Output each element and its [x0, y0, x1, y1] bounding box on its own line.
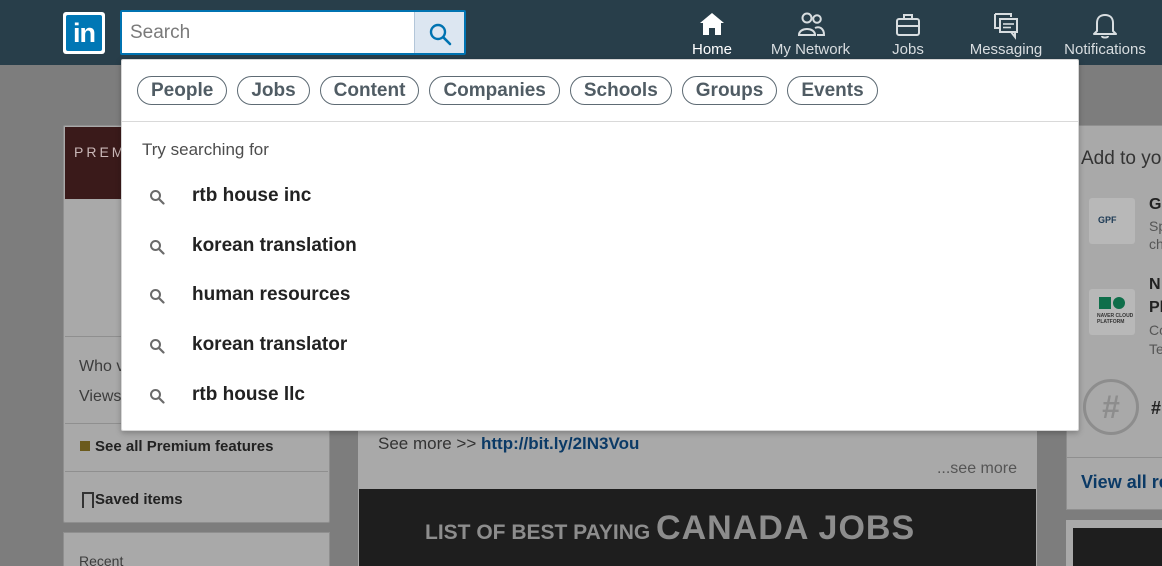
post-image-text-big: CANADA JOBS [656, 509, 916, 547]
hashtag-suggestion[interactable]: #l [1151, 398, 1162, 419]
search-suggestion[interactable]: rtb house inc [122, 177, 1078, 217]
see-more-button[interactable]: ...see more [937, 460, 1017, 478]
search-icon [150, 289, 165, 304]
filter-content[interactable]: Content [319, 76, 420, 105]
divider [65, 471, 328, 472]
premium-features-link[interactable]: See all Premium features [95, 438, 273, 455]
briefcase-icon [896, 14, 920, 36]
search-box [120, 10, 466, 55]
search-icon [150, 240, 165, 255]
premium-square-icon [80, 441, 90, 451]
filter-events[interactable]: Events [787, 76, 878, 105]
recent-card: Recent [63, 532, 330, 566]
nav-messaging-label: Messaging [969, 41, 1043, 58]
ad-card [1066, 520, 1162, 566]
hashtag-icon: # [1083, 379, 1139, 435]
nav-messaging[interactable]: Messaging [966, 0, 1046, 65]
views-link[interactable]: Views [79, 388, 121, 406]
feed-post: See more >> http://bit.ly/2lN3Vou ...see… [358, 425, 1037, 566]
nav-my-network[interactable]: My Network [763, 0, 858, 65]
search-suggestion[interactable]: human resources [122, 276, 1078, 316]
gpf-logo[interactable]: GPF [1089, 198, 1135, 244]
search-button[interactable] [414, 12, 464, 53]
recent-heading: Recent [79, 553, 124, 566]
who-viewed-link[interactable]: Who v [79, 358, 124, 376]
post-see-more-prefix: See more >> [378, 434, 477, 453]
search-suggestion-text: korean translation [192, 235, 357, 256]
search-icon [429, 23, 452, 46]
follow-suggestion-desc: Sp [1149, 218, 1162, 234]
search-suggestion[interactable]: rtb house llc [122, 376, 1078, 416]
premium-banner-text: PREM [74, 144, 127, 160]
post-image-text: LIST OF BEST PAYING CANADA JOBS [425, 509, 915, 548]
search-suggestion-text: korean translator [192, 334, 348, 355]
saved-items-link[interactable]: Saved items [95, 491, 183, 508]
follow-suggestion-name[interactable]: Pl [1149, 299, 1162, 317]
search-suggestion-text: rtb house llc [192, 384, 305, 405]
dropdown-divider [122, 121, 1078, 122]
naver-square-icon [1099, 297, 1111, 309]
search-input[interactable] [122, 12, 416, 53]
nav-jobs[interactable]: Jobs [880, 0, 936, 65]
follow-suggestion-name[interactable]: G [1149, 196, 1161, 214]
post-image-text-small: LIST OF BEST PAYING [425, 521, 651, 544]
add-to-feed-card: Add to yo GPF G Sp ch NAVER CLOUD PLATFO… [1066, 125, 1162, 510]
follow-suggestion-desc: ch [1149, 236, 1162, 252]
search-suggestion[interactable]: korean translator [122, 326, 1078, 366]
nav-my-network-label: My Network [770, 41, 851, 58]
suggestions-heading: Try searching for [142, 140, 269, 159]
post-image[interactable]: LIST OF BEST PAYING CANADA JOBS [359, 489, 1036, 566]
post-link[interactable]: http://bit.ly/2lN3Vou [481, 434, 639, 453]
search-icon [150, 190, 165, 205]
filter-people[interactable]: People [137, 76, 228, 105]
search-typeahead-dropdown: People Jobs Content Companies Schools Gr… [121, 59, 1079, 431]
follow-suggestion-desc: Co [1149, 322, 1162, 338]
bookmark-icon [82, 492, 94, 508]
nav-home[interactable]: Home [682, 0, 742, 65]
search-suggestion[interactable]: korean translation [122, 227, 1078, 267]
nav-notifications-label: Notifications [1064, 41, 1146, 58]
search-suggestion-text: rtb house inc [192, 185, 312, 206]
view-all-recommendations-link[interactable]: View all re [1081, 472, 1162, 493]
global-nav: in Home My Network Jobs [0, 0, 1162, 65]
search-filter-pills: People Jobs Content Companies Schools Gr… [137, 76, 878, 106]
bell-icon [1093, 14, 1117, 39]
search-icon [150, 339, 165, 354]
naver-circle-icon [1113, 297, 1125, 309]
gpf-logo-text: GPF [1098, 215, 1117, 225]
network-icon [797, 12, 825, 36]
filter-jobs[interactable]: Jobs [237, 76, 310, 105]
post-text: See more >> http://bit.ly/2lN3Vou [378, 434, 639, 454]
naver-logo-text: NAVER CLOUD PLATFORM [1097, 313, 1134, 325]
ad-image[interactable] [1073, 528, 1162, 566]
follow-suggestion-name[interactable]: N [1149, 276, 1161, 294]
divider [1067, 457, 1162, 458]
linkedin-logo-text: in [66, 15, 102, 51]
filter-groups[interactable]: Groups [681, 76, 778, 105]
nav-notifications[interactable]: Notifications [1058, 0, 1152, 65]
linkedin-logo[interactable]: in [63, 12, 105, 54]
search-icon [150, 389, 165, 404]
follow-suggestion-desc: Te [1149, 341, 1162, 357]
add-to-feed-title: Add to yo [1081, 148, 1162, 169]
nav-jobs-label: Jobs [892, 41, 924, 58]
naver-cloud-logo[interactable]: NAVER CLOUD PLATFORM [1089, 289, 1135, 335]
filter-companies[interactable]: Companies [429, 76, 560, 105]
search-suggestion-text: human resources [192, 284, 351, 305]
filter-schools[interactable]: Schools [569, 76, 672, 105]
messaging-icon [994, 13, 1018, 40]
nav-home-label: Home [691, 41, 732, 58]
home-icon [700, 13, 724, 35]
